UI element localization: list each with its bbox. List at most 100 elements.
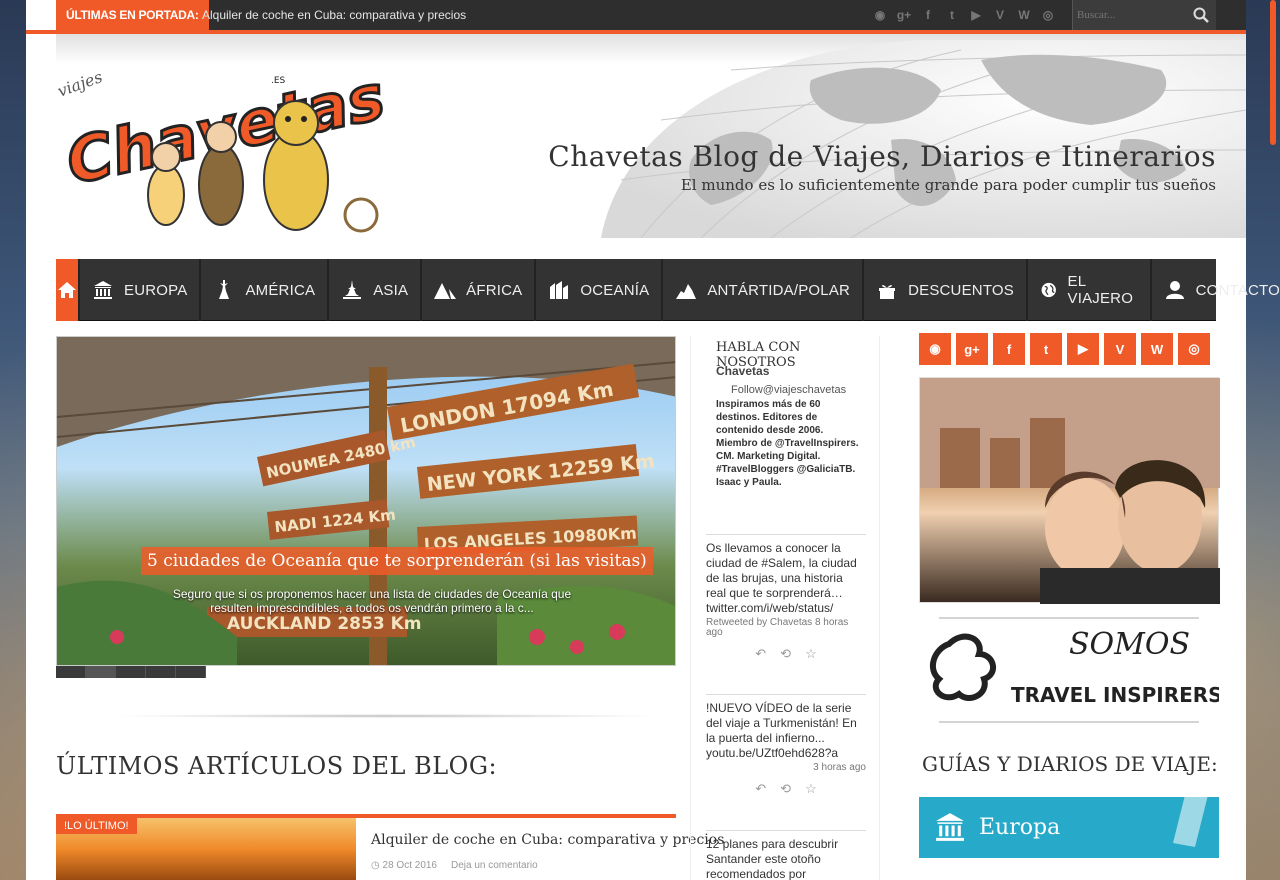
tweet-text[interactable]: Os llevamos a conocer la ciudad de #Sale… — [706, 541, 866, 616]
nav-asia[interactable]: ASIA — [329, 259, 423, 321]
nav-europa-label: EUROPA — [124, 281, 188, 299]
nav-europa[interactable]: EUROPA — [80, 259, 202, 321]
vimeo-icon[interactable]: V — [991, 6, 1009, 24]
nav-america-label: AMÉRICA — [245, 281, 316, 299]
slider-dot[interactable] — [116, 666, 146, 678]
latest-ticker-link[interactable]: Alquiler de coche en Cuba: comparativa y… — [202, 0, 466, 30]
facebook-icon[interactable]: f — [993, 333, 1025, 365]
slider-dot[interactable] — [56, 666, 86, 678]
nav-contacto-label: CONTACTO — [1195, 281, 1280, 299]
site-title[interactable]: Chavetas Blog de Viajes, Diarios e Itine… — [548, 140, 1216, 173]
twitter-widget: HABLA CON NOSOTROS Chavetas Follow@viaje… — [690, 336, 880, 880]
tweet-actions: ↶ ⟲ ☆ — [706, 781, 866, 796]
divider — [106, 714, 666, 718]
monument-icon — [94, 281, 112, 299]
google-plus-icon[interactable]: g+ — [895, 6, 913, 24]
pyramid-icon — [434, 283, 457, 299]
favorite-icon[interactable]: ☆ — [805, 646, 817, 661]
nav-el-viajero[interactable]: EL VIAJERO — [1028, 259, 1152, 321]
opera-house-icon — [550, 281, 569, 299]
rss-icon[interactable]: ◉ — [871, 6, 889, 24]
article-title[interactable]: Alquiler de coche en Cuba: comparativa y… — [371, 832, 724, 848]
nav-oceania-label: OCEANÍA — [580, 281, 650, 299]
gift-icon — [879, 285, 896, 299]
authors-photo-art — [920, 378, 1220, 604]
sidebar-social-icons: ◉ g+ f t ▶ V W ◎ — [919, 333, 1210, 365]
clock-icon: ◷ — [371, 860, 380, 871]
tweet: 12 planes para descubrir Santander este … — [706, 830, 866, 880]
nav-america[interactable]: AMÉRICA — [201, 259, 330, 321]
travel-inspirers-logo: SOMOS TRAVEL INSPIRERS — [929, 617, 1223, 723]
search-box — [1072, 0, 1216, 30]
logo-small-text: viajes — [56, 67, 105, 101]
somos-text: SOMOS — [1069, 627, 1190, 662]
site-tagline: El mundo es lo suficientemente grande pa… — [680, 176, 1216, 194]
article-comments-link[interactable]: Deja un comentario — [451, 860, 538, 871]
travel-inspirers-text: TRAVEL INSPIRERS — [1011, 683, 1219, 707]
nav-asia-label: ASIA — [373, 281, 409, 299]
nav-el-viajero-label: EL VIAJERO — [1067, 273, 1134, 307]
scrollbar-thumb[interactable] — [1270, 0, 1276, 145]
twitter-follow-link[interactable]: Follow@viajeschavetas — [731, 384, 846, 396]
instagram-icon[interactable]: ◎ — [1039, 6, 1057, 24]
slide-excerpt: Seguro que si os proponemos hacer una li… — [172, 587, 572, 615]
nav-africa[interactable]: ÁFRICA — [422, 259, 537, 321]
slider-pagination — [56, 666, 206, 678]
twitter-bio: Inspiramos más de 60 destinos. Editores … — [716, 399, 859, 488]
nav-descuentos-label: DESCUENTOS — [908, 281, 1014, 299]
nav-oceania[interactable]: OCEANÍA — [536, 259, 664, 321]
authors-photo[interactable] — [919, 377, 1220, 604]
latest-label: ÚLTIMAS EN PORTADA: — [56, 0, 209, 30]
slide-caption[interactable]: 5 ciudades de Oceanía que te sorprenderá… — [141, 547, 653, 575]
favorite-icon[interactable]: ☆ — [805, 781, 817, 796]
twitter-name[interactable]: Chavetas — [716, 364, 769, 378]
nav-home[interactable] — [56, 259, 80, 321]
twitter-icon[interactable]: t — [943, 6, 961, 24]
globe-icon — [1041, 282, 1056, 298]
youtube-icon[interactable]: ▶ — [967, 6, 985, 24]
slide-image: LONDON 17094 Km NOUMEA 2480 km NEW YORK … — [57, 337, 675, 665]
reply-icon[interactable]: ↶ — [755, 781, 766, 796]
google-plus-icon[interactable]: g+ — [956, 333, 988, 365]
travel-inspirers-banner[interactable]: SOMOS TRAVEL INSPIRERS — [919, 614, 1223, 726]
slider-dot-active[interactable] — [86, 666, 116, 678]
slider-dot[interactable] — [176, 666, 206, 678]
nav-descuentos[interactable]: DESCUENTOS — [864, 259, 1028, 321]
twitter-icon[interactable]: t — [1030, 333, 1062, 365]
search-icon[interactable] — [1192, 6, 1210, 24]
tweet: !NUEVO VÍDEO de la serie del viaje a Tur… — [706, 694, 866, 796]
guide-europa-banner[interactable]: Europa — [919, 787, 1219, 858]
logo-domain-text: .ES — [271, 76, 286, 86]
user-icon — [1165, 281, 1184, 299]
tweet-text[interactable]: 12 planes para descubrir Santander este … — [706, 837, 866, 880]
top-bar: ÚLTIMAS EN PORTADA: Alquiler de coche en… — [56, 0, 1246, 30]
rss-icon[interactable]: ◉ — [919, 333, 951, 365]
monument-icon — [936, 813, 964, 841]
nav-antartida[interactable]: ANTÁRTIDA/POLAR — [663, 259, 865, 321]
nav-contacto[interactable]: CONTACTO — [1152, 259, 1280, 321]
reply-icon[interactable]: ↶ — [755, 646, 766, 661]
search-input[interactable] — [1077, 5, 1185, 25]
guides-title: GUÍAS Y DIARIOS DE VIAJE: — [922, 752, 1218, 776]
iceberg-icon — [676, 284, 697, 299]
nav-antartida-label: ANTÁRTIDA/POLAR — [707, 281, 851, 299]
top-social-icons: ◉ g+ f t ▶ V W ◎ — [871, 6, 1057, 24]
vimeo-icon[interactable]: V — [1104, 333, 1136, 365]
retweet-icon[interactable]: ⟲ — [780, 781, 791, 796]
article-date-text: 28 Oct 2016 — [382, 860, 437, 871]
featured-slider[interactable]: LONDON 17094 Km NOUMEA 2480 km NEW YORK … — [56, 336, 676, 666]
youtube-icon[interactable]: ▶ — [1067, 333, 1099, 365]
wordpress-icon[interactable]: W — [1141, 333, 1173, 365]
latest-articles-title: ÚLTIMOS ARTÍCULOS DEL BLOG: — [56, 752, 498, 780]
retweet-icon[interactable]: ⟲ — [780, 646, 791, 661]
paper-tab-decoration — [1173, 787, 1209, 847]
latest-badge: !LO ÚLTIMO! — [56, 818, 137, 834]
wordpress-icon[interactable]: W — [1015, 6, 1033, 24]
tweet-text[interactable]: !NUEVO VÍDEO de la serie del viaje a Tur… — [706, 701, 866, 761]
site-logo[interactable]: viajes Chavetas .ES — [56, 45, 386, 245]
instagram-icon[interactable]: ◎ — [1178, 333, 1210, 365]
facebook-icon[interactable]: f — [919, 6, 937, 24]
tweet-actions: ↶ ⟲ ☆ — [706, 646, 866, 661]
slider-dot[interactable] — [146, 666, 176, 678]
tweet: Os llevamos a conocer la ciudad de #Sale… — [706, 534, 866, 661]
